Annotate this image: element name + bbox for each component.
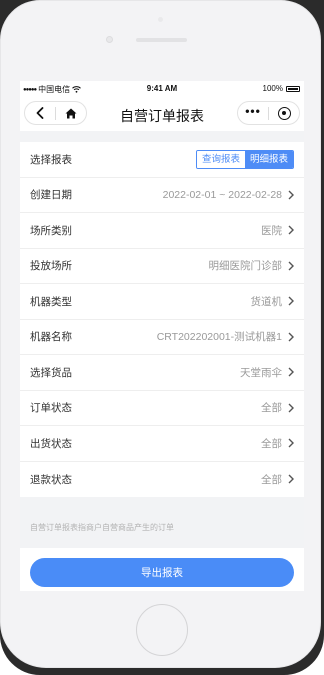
report-segmented-control: 查询报表 明细报表 — [195, 149, 294, 169]
battery-percent: 100% — [262, 84, 283, 93]
close-miniapp-button[interactable] — [269, 102, 299, 124]
chevron-right-icon — [288, 296, 294, 306]
chevron-right-icon — [288, 438, 294, 448]
status-bar: ●●●●● 中国电信 9:41 AM 100% — [20, 81, 304, 97]
battery-icon — [286, 85, 300, 92]
target-circle-icon — [277, 106, 291, 120]
sensor-dot — [158, 17, 163, 22]
order-status-label: 订单状态 — [30, 402, 72, 415]
shipment-status-value: 全部 — [261, 437, 282, 450]
machine-name-value: CRT202202001-测试机器1 — [156, 331, 282, 344]
chevron-right-icon — [288, 474, 294, 484]
report-select-row: 选择报表 查询报表 明细报表 — [20, 142, 304, 178]
detail-report-tab[interactable]: 明细报表 — [244, 150, 293, 168]
nav-right-capsule: ••• — [237, 101, 300, 125]
placement-venue-label: 投放场所 — [30, 260, 72, 273]
chevron-right-icon — [288, 367, 294, 377]
machine-name-row[interactable]: 机器名称 CRT202202001-测试机器1 — [20, 320, 304, 355]
product-select-label: 选择货品 — [30, 366, 72, 379]
machine-type-row[interactable]: 机器类型 货道机 — [20, 284, 304, 320]
refund-status-value: 全部 — [261, 473, 282, 486]
app-screen: ●●●●● 中国电信 9:41 AM 100% 自营订单报表 ••• 选择报表 … — [20, 81, 304, 591]
create-date-label: 创建日期 — [30, 189, 72, 202]
placement-venue-row[interactable]: 投放场所 明细医院门诊部 — [20, 249, 304, 284]
chevron-right-icon — [288, 332, 294, 342]
machine-type-label: 机器类型 — [30, 295, 72, 308]
phone-frame: ●●●●● 中国电信 9:41 AM 100% 自营订单报表 ••• 选择报表 … — [0, 0, 324, 675]
status-time: 9:41 AM — [146, 84, 178, 93]
report-note: 自营订单报表指商户自营商品产生的订单 — [30, 523, 174, 532]
phone-shell: ●●●●● 中国电信 9:41 AM 100% 自营订单报表 ••• 选择报表 … — [0, 0, 321, 668]
create-date-value: 2022-02-01 ~ 2022-02-28 — [162, 188, 282, 201]
export-report-button[interactable]: 导出报表 — [30, 558, 294, 587]
nav-bar: 自营订单报表 ••• — [20, 97, 304, 131]
refund-status-row[interactable]: 退款状态 全部 — [20, 462, 304, 498]
venue-category-value: 医院 — [261, 224, 282, 237]
filter-list: 选择报表 查询报表 明细报表 创建日期 2022-02-01 ~ 2022-02… — [20, 142, 304, 497]
venue-category-row[interactable]: 场所类别 医院 — [20, 213, 304, 249]
refund-status-label: 退款状态 — [30, 473, 72, 486]
machine-type-value: 货道机 — [250, 295, 283, 308]
speaker-grille — [136, 38, 187, 42]
chevron-right-icon — [288, 403, 294, 413]
order-status-row[interactable]: 订单状态 全部 — [20, 391, 304, 426]
product-select-value: 天堂雨伞 — [240, 366, 282, 379]
venue-category-label: 场所类别 — [30, 224, 72, 237]
order-status-value: 全部 — [261, 402, 282, 415]
more-dots-icon: ••• — [245, 104, 261, 118]
query-report-tab[interactable]: 查询报表 — [196, 150, 245, 168]
machine-name-label: 机器名称 — [30, 331, 72, 344]
chevron-right-icon — [288, 225, 294, 235]
chevron-right-icon — [288, 190, 294, 200]
placement-venue-value: 明细医院门诊部 — [208, 260, 283, 273]
more-button[interactable]: ••• — [238, 102, 268, 124]
report-select-label: 选择报表 — [30, 153, 72, 166]
chevron-right-icon — [288, 261, 294, 271]
camera-icon — [106, 36, 113, 43]
shipment-status-row[interactable]: 出货状态 全部 — [20, 426, 304, 462]
create-date-row[interactable]: 创建日期 2022-02-01 ~ 2022-02-28 — [20, 178, 304, 213]
home-hardware-button[interactable] — [136, 604, 188, 656]
shipment-status-label: 出货状态 — [30, 437, 72, 450]
product-select-row[interactable]: 选择货品 天堂雨伞 — [20, 355, 304, 391]
